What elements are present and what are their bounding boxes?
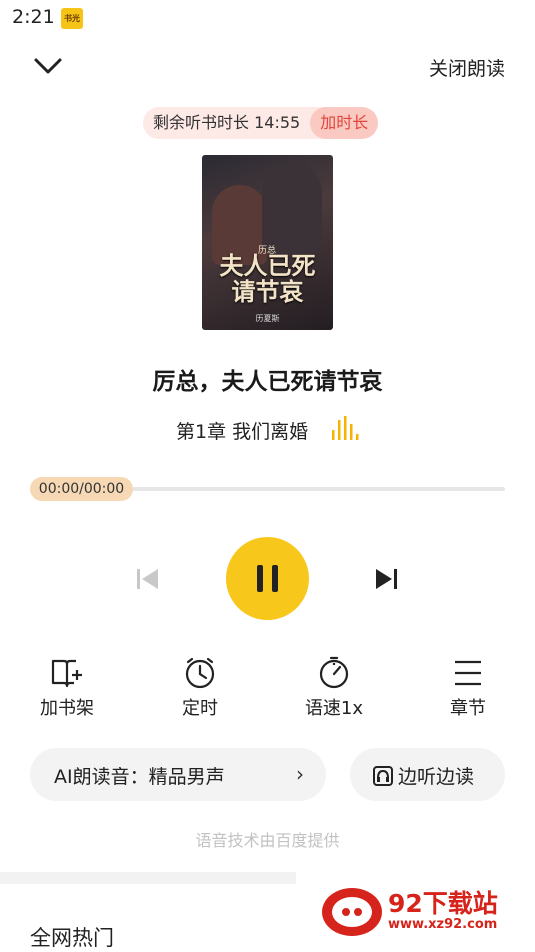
headphone-book-icon — [373, 765, 393, 786]
tech-provider-note: 语音技术由百度提供 — [195, 831, 340, 850]
speedometer-icon — [319, 656, 349, 689]
section-title: 全网热门 — [30, 926, 114, 950]
book-title: 厉总，夫人已死请节哀 — [152, 369, 383, 395]
progress-thumb[interactable]: 00:00/00:00 — [30, 477, 133, 501]
app-notification-icon: 书光 — [61, 8, 83, 29]
next-chapter-icon[interactable] — [372, 565, 400, 593]
chapters-button[interactable]: 章节 — [423, 656, 513, 720]
cover-title-line1: 夫人已死 — [219, 251, 316, 280]
action-label: 加书架 — [40, 698, 94, 719]
book-cover: 历总 夫人已死 请节哀 历夏斯 — [202, 155, 333, 330]
action-label: 语速1x — [304, 698, 364, 719]
pause-icon — [257, 565, 278, 592]
listen-timer-pill: 剩余听书时长 14:55 加时长 — [143, 107, 379, 139]
cover-title-line2: 请节哀 — [231, 277, 304, 306]
menu-list-icon — [455, 660, 481, 686]
add-bookshelf-icon — [51, 659, 82, 688]
watermark-logo-icon — [322, 888, 382, 936]
add-time-button[interactable]: 加时长 — [310, 107, 379, 139]
pause-button[interactable] — [226, 537, 309, 620]
cover-title: 夫人已死 请节哀 — [202, 253, 333, 305]
cover-author: 历夏斯 — [255, 314, 280, 323]
voice-selector-button[interactable]: AI朗读音：精品男声 › — [30, 748, 326, 801]
previous-chapter-icon[interactable] — [134, 565, 162, 593]
collapse-chevron-down-icon[interactable] — [32, 52, 64, 80]
cover-figure-man — [262, 163, 322, 253]
add-bookshelf-button[interactable]: 加书架 — [22, 656, 112, 720]
watermark-title: 92下载站 — [388, 889, 498, 918]
timer-button[interactable]: 定时 — [155, 656, 245, 720]
close-read-button[interactable]: 关闭朗读 — [429, 54, 505, 81]
chevron-right-icon: › — [296, 762, 304, 786]
listen-and-read-button[interactable]: 边听边读 — [350, 748, 505, 801]
action-label: 章节 — [450, 698, 486, 719]
watermark: 92下载站 www.xz92.com — [296, 870, 535, 951]
audio-wave-icon — [330, 414, 360, 442]
remaining-time-label: 剩余听书时长 14:55 — [153, 113, 301, 132]
alarm-clock-icon — [185, 657, 215, 689]
status-time: 2:21 — [12, 6, 55, 28]
speed-button[interactable]: 语速1x — [289, 656, 379, 720]
voice-label: AI朗读音：精品男声 — [54, 766, 225, 788]
action-label: 定时 — [182, 698, 218, 719]
watermark-url: www.xz92.com — [388, 917, 498, 932]
listen-read-label: 边听边读 — [398, 766, 475, 788]
chapter-title: 第1章 我们离婚 — [176, 421, 309, 443]
